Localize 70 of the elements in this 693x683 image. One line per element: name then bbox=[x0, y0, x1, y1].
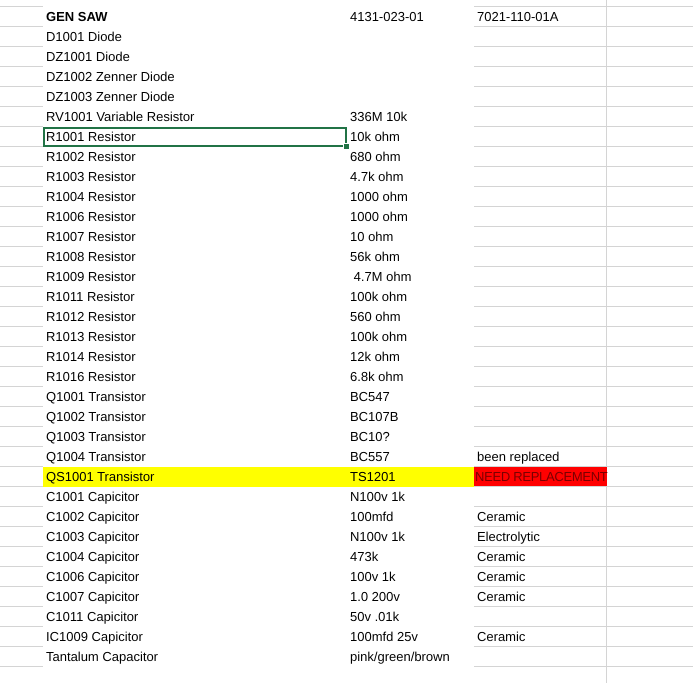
table-cell-text: R1004 Resistor bbox=[45, 188, 137, 206]
table-cell-text: 4.7k ohm bbox=[349, 168, 404, 186]
table-cell-text: R1006 Resistor bbox=[45, 208, 137, 226]
table-cell-text: R1012 Resistor bbox=[45, 308, 137, 326]
table-cell-text: 10 ohm bbox=[349, 228, 394, 246]
table-cell-text: N100v 1k bbox=[349, 488, 406, 506]
table-cell-text: R1009 Resistor bbox=[45, 268, 137, 286]
table-cell-text: C1011 Capicitor bbox=[45, 608, 140, 626]
table-cell: Ceramic bbox=[474, 547, 607, 567]
table-cell-text: 4131-023-01 bbox=[349, 8, 425, 26]
table-cell-text: DZ1003 Zenner Diode bbox=[45, 88, 176, 106]
table-cell: Electrolytic bbox=[474, 527, 607, 547]
table-cell-text: C1006 Capicitor bbox=[45, 568, 140, 586]
table-cell-text: 100mfd bbox=[349, 508, 394, 526]
table-cell-text: DZ1002 Zenner Diode bbox=[45, 68, 176, 86]
table-cell-text: Q1004 Transistor bbox=[45, 448, 147, 466]
table-cell-text: C1002 Capicitor bbox=[45, 508, 140, 526]
table-cell-text: BC10? bbox=[349, 428, 391, 446]
table-cell-text: R1008 Resistor bbox=[45, 248, 137, 266]
table-cell-text: C1007 Capicitor bbox=[45, 588, 140, 606]
table-cell-text: 56k ohm bbox=[349, 248, 401, 266]
table-cell-text: 100v 1k bbox=[349, 568, 397, 586]
table-cell-text: BC107B bbox=[349, 408, 400, 426]
table-cell-text: BC557 bbox=[349, 448, 391, 466]
table-cell-text: Q1001 Transistor bbox=[45, 388, 147, 406]
table-cell: Ceramic bbox=[474, 567, 607, 587]
table-cell-text: Q1003 Transistor bbox=[45, 428, 147, 446]
table-cell-text: Q1002 Transistor bbox=[45, 408, 147, 426]
table-cell-text: 10k ohm bbox=[349, 128, 401, 146]
table-cell-text: R1016 Resistor bbox=[45, 368, 137, 386]
table-cell: Ceramic bbox=[474, 627, 607, 647]
table-cell-text: pink/green/brown bbox=[349, 648, 451, 666]
table-cell-text: Tantalum Capacitor bbox=[45, 648, 159, 666]
table-cell-text: 100mfd 25v bbox=[349, 628, 419, 646]
table-cell-text: R1003 Resistor bbox=[45, 168, 137, 186]
table-cell: Ceramic bbox=[474, 587, 607, 607]
table-cell-text: N100v 1k bbox=[349, 528, 406, 546]
table-cell-text: C1003 Capicitor bbox=[45, 528, 140, 546]
table-cell-text: R1014 Resistor bbox=[45, 348, 137, 366]
table-cell-text: DZ1001 Diode bbox=[45, 48, 131, 66]
table-cell-text: R1002 Resistor bbox=[45, 148, 137, 166]
table-cell: Ceramic bbox=[474, 507, 607, 527]
table-cell-text: 1000 ohm bbox=[349, 208, 409, 226]
table-cell-text: 100k ohm bbox=[349, 328, 408, 346]
table-cell-text: 473k bbox=[349, 548, 380, 566]
table-cell-text: RV1001 Variable Resistor bbox=[45, 108, 196, 126]
table-cell-text: R1007 Resistor bbox=[45, 228, 137, 246]
table-cell-text: D1001 Diode bbox=[45, 28, 123, 46]
table-cell: 7021-110-01A bbox=[474, 7, 607, 27]
table-cell-text: 50v .01k bbox=[349, 608, 400, 626]
table-cell-text: 1.0 200v bbox=[349, 588, 401, 606]
table-cell: R1001 Resistor bbox=[43, 127, 347, 147]
table-cell-text: IC1009 Capicitor bbox=[45, 628, 144, 646]
table-cell-text: 336M 10k bbox=[349, 108, 408, 126]
table-cell-text: C1001 Capicitor bbox=[45, 488, 140, 506]
table-cell-text: 680 ohm bbox=[349, 148, 402, 166]
table-cell-text: 4.7M ohm bbox=[352, 268, 412, 286]
table-cell: QS1001 Transistor bbox=[43, 467, 347, 487]
table-cell-text: 560 ohm bbox=[349, 308, 402, 326]
table-cell-text: 100k ohm bbox=[349, 288, 408, 306]
table-cell-text: 6.8k ohm bbox=[349, 368, 404, 386]
table-cell-text: R1011 Resistor bbox=[45, 288, 136, 306]
table-cell-text: 1000 ohm bbox=[349, 188, 409, 206]
table-cell-text: 12k ohm bbox=[349, 348, 401, 366]
fill-handle[interactable] bbox=[343, 143, 350, 150]
table-cell-text: GEN SAW bbox=[45, 8, 108, 26]
table-cell-text: BC547 bbox=[349, 388, 391, 406]
table-cell-text: C1004 Capicitor bbox=[45, 548, 140, 566]
table-cell: TS1201 bbox=[347, 467, 474, 487]
table-cell-text: R1013 Resistor bbox=[45, 328, 137, 346]
